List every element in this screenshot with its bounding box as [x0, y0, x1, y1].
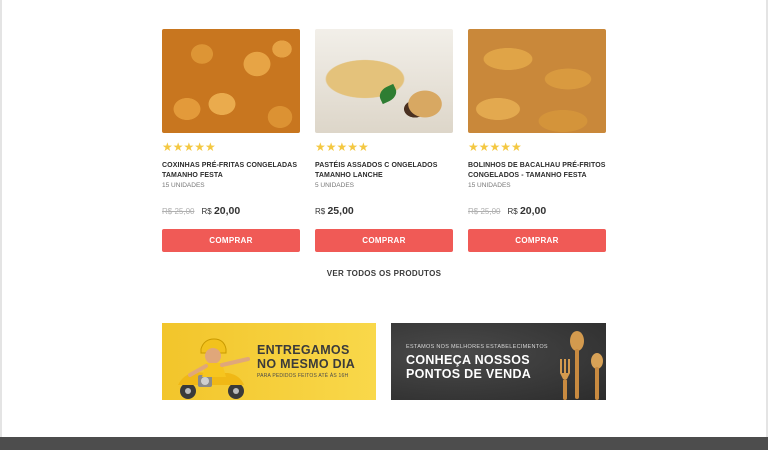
price-value: 20,00: [519, 205, 547, 217]
same-day-delivery-banner[interactable]: ENTREGAMOS NO MESMO DIA PARA PEDIDOS FEI…: [162, 323, 376, 400]
banner-subtitle: PARA PEDIDOS FEITOS ATÉ ÀS 16H: [257, 373, 349, 379]
price-block: R$ 25,00: [315, 205, 453, 219]
banner-kicker: ESTAMOS NOS MELHORES ESTABELECIMENTOS: [406, 344, 548, 350]
current-price: R$ 20,00: [201, 205, 240, 217]
points-of-sale-banner[interactable]: ESTAMOS NOS MELHORES ESTABELECIMENTOS CO…: [391, 323, 606, 400]
see-all-products-link[interactable]: VER TODOS OS PRODUTOS: [0, 269, 768, 278]
banner-title: ENTREGAMOS NO MESMO DIA: [257, 343, 355, 371]
product-quantity: 5 UNIDADES: [315, 182, 355, 189]
product-card[interactable]: ★★★★★ COXINHAS PRÉ-FRITAS CONGELADAS TAM…: [162, 29, 300, 252]
currency-symbol: R$: [201, 207, 212, 216]
buy-button[interactable]: COMPRAR: [315, 229, 453, 252]
current-price: R$ 20,00: [507, 205, 546, 217]
banner-title-line: ENTREGAMOS: [257, 343, 350, 357]
price-value: 25,00: [327, 205, 354, 217]
currency-symbol: R$: [507, 207, 518, 216]
product-quantity: 15 UNIDADES: [162, 182, 205, 189]
product-quantity: 15 UNIDADES: [468, 182, 511, 189]
product-image-pasteis[interactable]: [315, 29, 453, 133]
banner-title-line: CONHEÇA NOSSOS: [406, 353, 530, 367]
old-price: R$ 25,00: [162, 207, 195, 216]
footer-bar: [0, 437, 768, 450]
currency-symbol: R$: [315, 207, 326, 216]
buy-button[interactable]: COMPRAR: [468, 229, 606, 252]
page-frame-left: [0, 0, 2, 450]
product-card[interactable]: ★★★★★ BOLINHOS DE BACALHAU PRÉ-FRITOS CO…: [468, 29, 606, 252]
star-rating: ★★★★★: [315, 140, 369, 154]
courier-scooter-icon: [178, 338, 250, 399]
buy-button[interactable]: COMPRAR: [162, 229, 300, 252]
product-name[interactable]: BOLINHOS DE BACALHAU PRÉ-FRITOS CONGELAD…: [468, 161, 606, 181]
product-name[interactable]: COXINHAS PRÉ-FRITAS CONGELADAS TAMANHO F…: [162, 161, 300, 181]
price-block: R$ 25,00 R$ 20,00: [162, 205, 300, 219]
price-block: R$ 25,00 R$ 20,00: [468, 205, 606, 219]
banner-title: CONHEÇA NOSSOS PONTOS DE VENDA: [406, 353, 531, 381]
product-image-coxinhas[interactable]: [162, 29, 300, 133]
banner-title-line: NO MESMO DIA: [257, 357, 356, 371]
price-value: 20,00: [213, 205, 241, 217]
product-name[interactable]: PASTÉIS ASSADOS C ONGELADOS TAMANHO LANC…: [315, 161, 453, 181]
star-rating: ★★★★★: [468, 140, 522, 154]
current-price: R$ 25,00: [315, 205, 354, 217]
old-price: R$ 25,00: [468, 207, 501, 216]
wooden-utensils-icon: [560, 331, 603, 400]
product-card[interactable]: ★★★★★ PASTÉIS ASSADOS C ONGELADOS TAMANH…: [315, 29, 453, 252]
star-rating: ★★★★★: [162, 140, 216, 154]
banner-title-line: PONTOS DE VENDA: [406, 367, 532, 381]
product-image-bolinhos[interactable]: [468, 29, 606, 133]
product-grid: ★★★★★ COXINHAS PRÉ-FRITAS CONGELADAS TAM…: [162, 29, 606, 252]
